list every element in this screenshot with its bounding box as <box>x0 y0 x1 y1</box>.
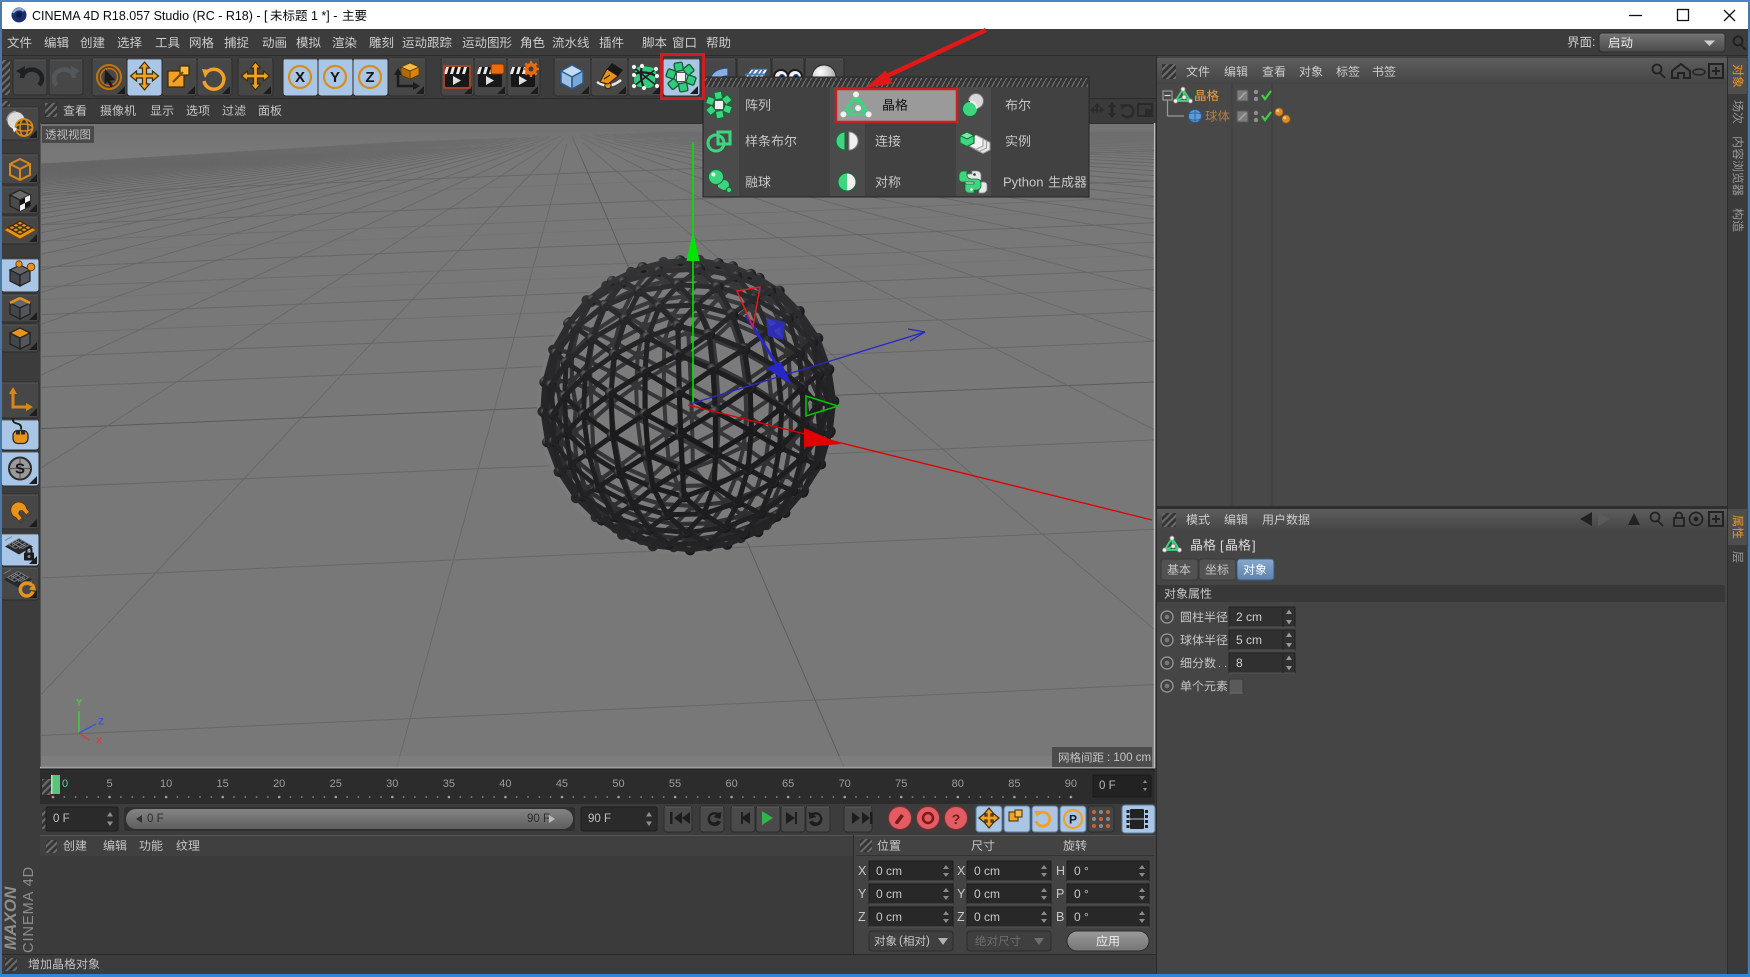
svg-text:90 F: 90 F <box>588 813 611 825</box>
svg-text:Y: Y <box>76 698 83 709</box>
svg-text:X: X <box>957 864 966 878</box>
svg-text:X: X <box>858 864 867 878</box>
svg-text:Y: Y <box>957 887 966 901</box>
svg-text:Z: Z <box>957 910 965 924</box>
svg-text:80: 80 <box>952 778 964 790</box>
svg-text:: 100 cm: : 100 cm <box>1107 752 1151 764</box>
svg-text:(: ( <box>899 936 903 948</box>
svg-text:0 F: 0 F <box>1099 780 1116 792</box>
svg-text:50: 50 <box>612 778 624 790</box>
svg-text:CINEMA 4D: CINEMA 4D <box>21 866 37 953</box>
svg-text:Python: Python <box>1003 175 1043 190</box>
svg-text:10: 10 <box>160 778 172 790</box>
svg-text:?: ? <box>952 811 961 827</box>
svg-text::: : <box>1592 35 1595 49</box>
svg-text:): ) <box>926 936 930 948</box>
svg-text:0 F: 0 F <box>147 813 164 825</box>
svg-text:]: ] <box>1252 538 1256 553</box>
svg-text:0 cm: 0 cm <box>876 910 902 924</box>
svg-text:P: P <box>1056 887 1064 901</box>
svg-text:55: 55 <box>669 778 681 790</box>
svg-text:X: X <box>295 69 305 86</box>
svg-text:0 F: 0 F <box>53 813 70 825</box>
svg-text:70: 70 <box>839 778 851 790</box>
svg-text:0 cm: 0 cm <box>974 887 1000 901</box>
svg-text:15: 15 <box>217 778 229 790</box>
svg-text:0: 0 <box>62 778 68 790</box>
svg-text:20: 20 <box>273 778 285 790</box>
svg-text:X: X <box>96 736 103 747</box>
svg-text:90 F: 90 F <box>527 813 550 825</box>
svg-text:65: 65 <box>782 778 794 790</box>
svg-text:0 cm: 0 cm <box>876 864 902 878</box>
svg-text:Z: Z <box>98 717 104 728</box>
svg-text:0 °: 0 ° <box>1074 864 1089 878</box>
svg-text:8: 8 <box>1236 656 1243 670</box>
svg-text:25: 25 <box>330 778 342 790</box>
svg-text:90: 90 <box>1065 778 1077 790</box>
svg-text:75: 75 <box>895 778 907 790</box>
svg-text:B: B <box>1056 910 1064 924</box>
svg-text:0 °: 0 ° <box>1074 910 1089 924</box>
svg-text:CINEMA 4D R18.057 Studio (RC -: CINEMA 4D R18.057 Studio (RC - R18) - [ <box>32 9 268 23</box>
svg-text:[: [ <box>1220 538 1224 553</box>
svg-text:2 cm: 2 cm <box>1236 610 1262 624</box>
svg-text:5 cm: 5 cm <box>1236 633 1262 647</box>
svg-text:0 °: 0 ° <box>1074 887 1089 901</box>
svg-text:85: 85 <box>1008 778 1020 790</box>
svg-text:Y: Y <box>330 69 340 86</box>
svg-text:30: 30 <box>386 778 398 790</box>
svg-text:. .: . . <box>1218 658 1227 670</box>
svg-text:MAXON: MAXON <box>1 886 20 950</box>
svg-text:40: 40 <box>499 778 511 790</box>
svg-text:35: 35 <box>443 778 455 790</box>
svg-text:45: 45 <box>556 778 568 790</box>
svg-text:S: S <box>15 461 25 478</box>
svg-text:0 cm: 0 cm <box>974 864 1000 878</box>
svg-text:Z: Z <box>365 69 374 86</box>
svg-text:Y: Y <box>858 887 867 901</box>
svg-text:5: 5 <box>106 778 112 790</box>
svg-text:0 cm: 0 cm <box>876 887 902 901</box>
svg-text:Z: Z <box>858 910 866 924</box>
svg-text:P: P <box>1069 813 1077 827</box>
svg-text:H: H <box>1056 864 1065 878</box>
svg-text:0 cm: 0 cm <box>974 910 1000 924</box>
svg-text:1 *] -: 1 *] - <box>311 9 337 23</box>
svg-text:60: 60 <box>725 778 737 790</box>
